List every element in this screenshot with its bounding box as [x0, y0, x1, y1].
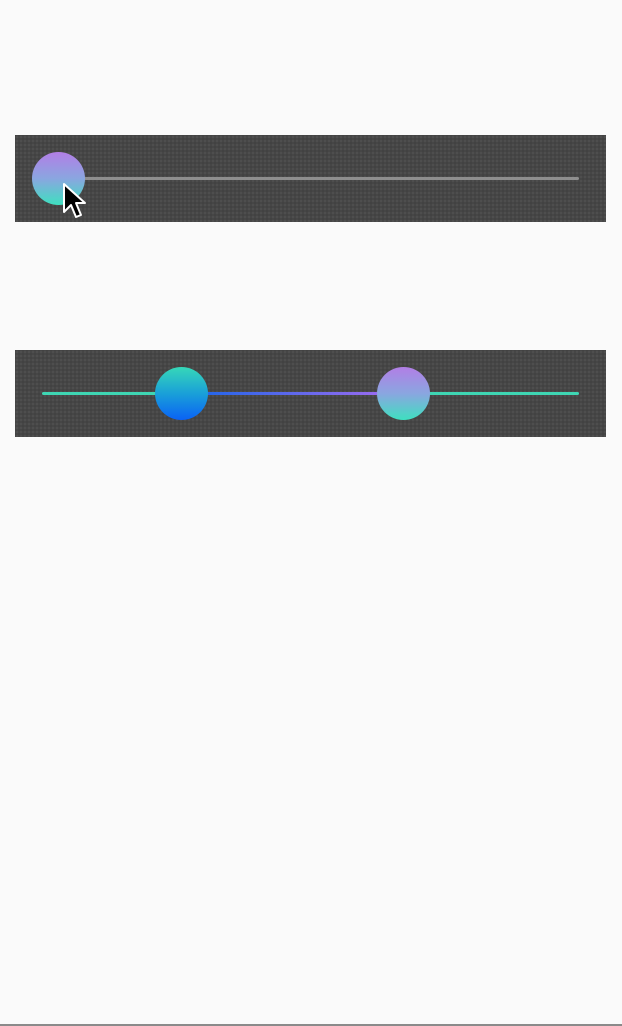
single-slider-panel: [15, 135, 606, 222]
single-slider-thumb[interactable]: [32, 152, 85, 205]
range-slider-high-thumb[interactable]: [376, 367, 430, 420]
range-slider-panel: [15, 350, 606, 437]
single-slider-track[interactable]: [42, 177, 579, 180]
range-slider-selected-range: [181, 392, 404, 395]
page: [0, 0, 622, 1026]
range-slider-low-thumb[interactable]: [154, 367, 208, 420]
